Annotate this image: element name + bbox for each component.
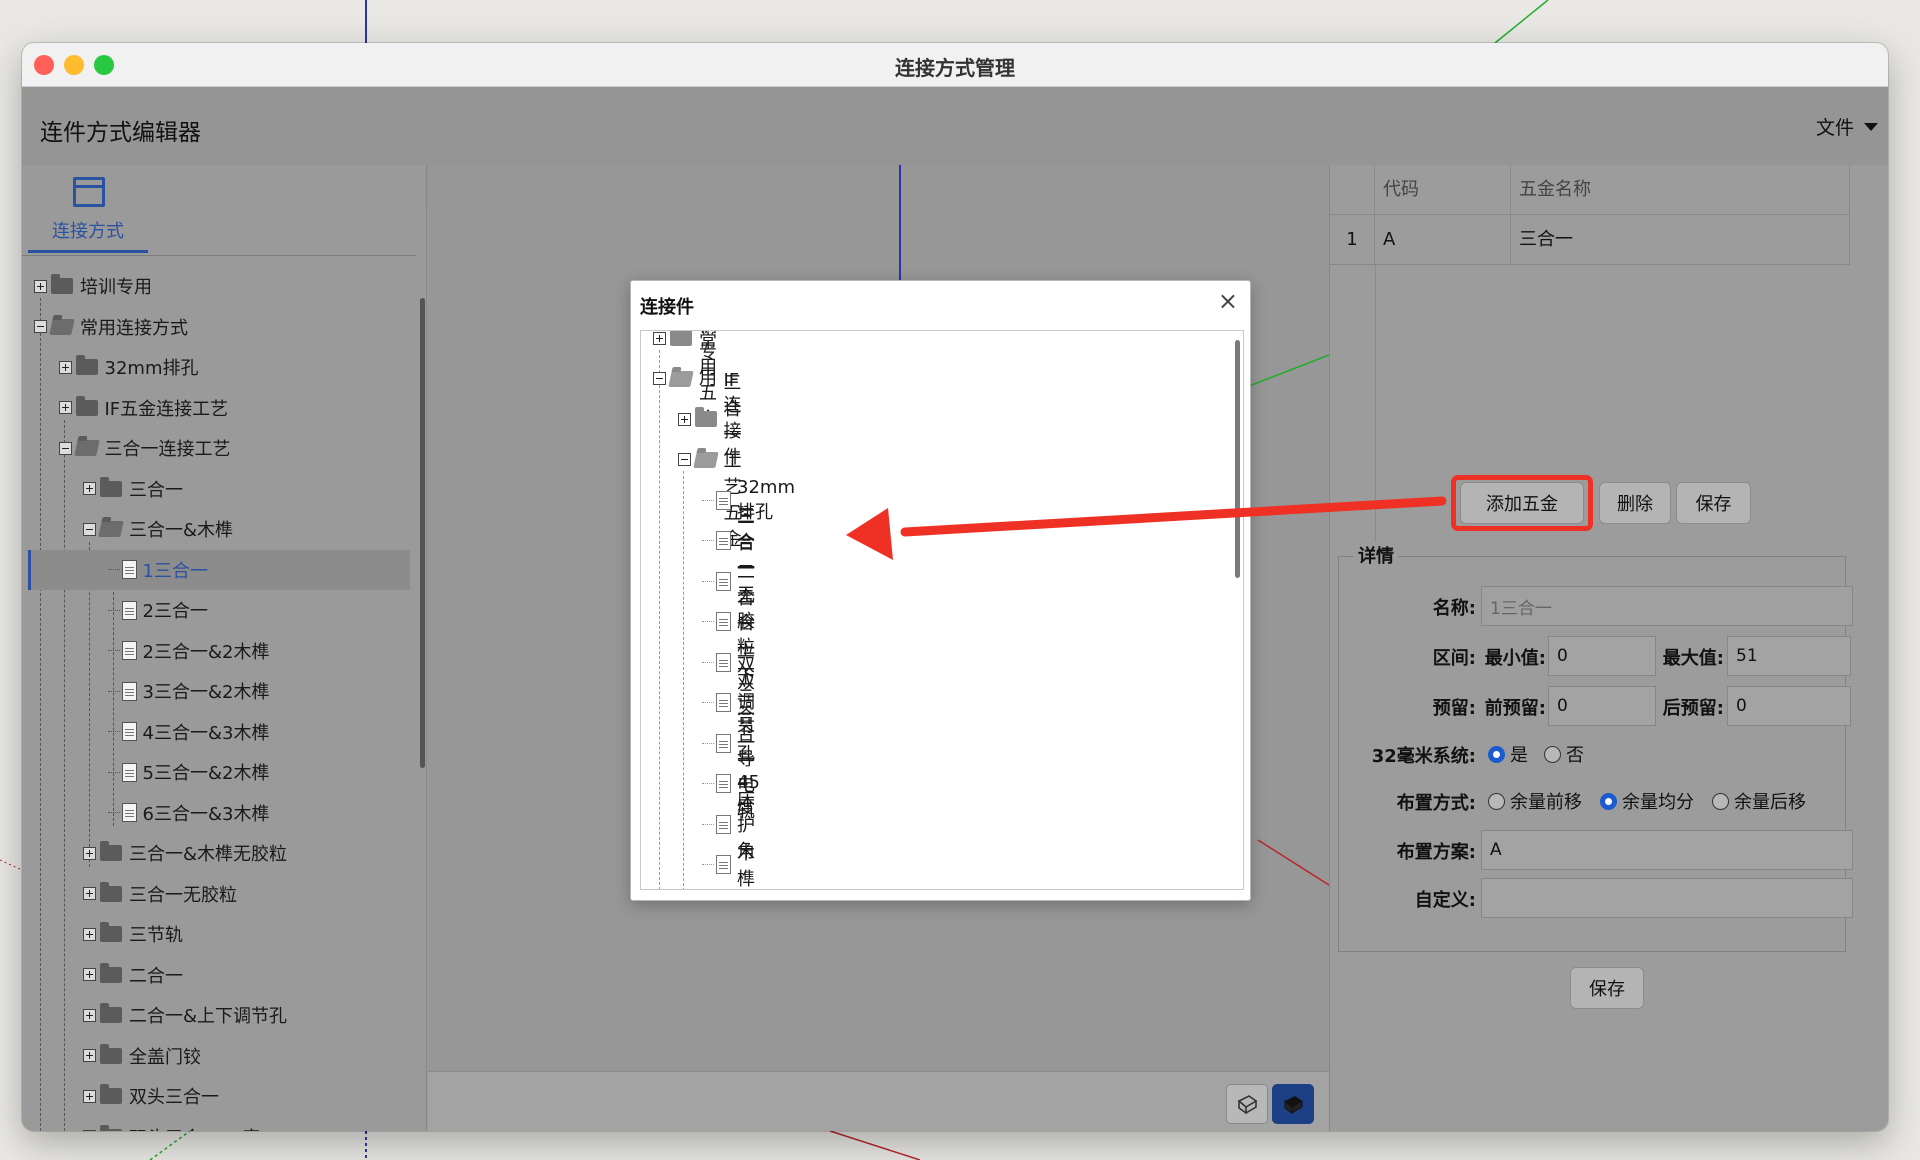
annotation-arrow	[846, 496, 1447, 560]
